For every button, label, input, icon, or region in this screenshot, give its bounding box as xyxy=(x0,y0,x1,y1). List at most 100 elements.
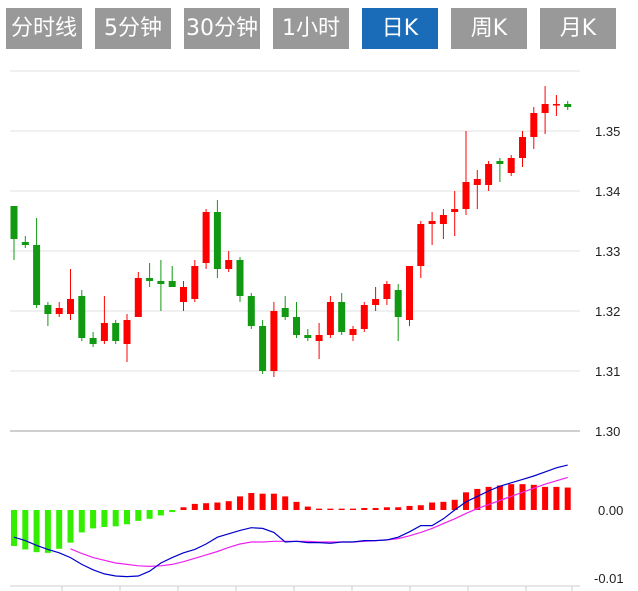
macd-bar-negative xyxy=(78,510,85,533)
candle-down xyxy=(247,293,255,329)
candle-up xyxy=(530,107,538,149)
candle-up xyxy=(67,269,74,320)
kline-chart: 1.35 1.34 1.33 1.32 1.31 1.30 0.00 -0.01 xyxy=(10,70,624,591)
macd-bar-positive xyxy=(259,493,266,510)
candle-down xyxy=(281,296,289,320)
candle-body xyxy=(100,323,108,341)
macd-bar-positive xyxy=(395,507,402,510)
candle-body xyxy=(519,137,526,158)
candle-up xyxy=(451,191,459,236)
tab-daily-k[interactable]: 日K xyxy=(362,8,438,49)
macd-bar-negative xyxy=(135,510,142,521)
candle-up xyxy=(417,221,425,278)
candle-body xyxy=(123,320,131,344)
macd-bar-positive xyxy=(564,487,571,510)
dea-line xyxy=(70,476,568,568)
candle-body xyxy=(213,212,221,269)
macd-bar-positive xyxy=(327,508,334,510)
macd-bar-positive xyxy=(180,507,187,510)
candle-up xyxy=(360,302,368,332)
macd-bar-negative xyxy=(22,510,29,550)
candle-down xyxy=(21,236,29,248)
candle-body xyxy=(168,281,176,287)
candle-body xyxy=(180,287,187,302)
candle-body xyxy=(112,323,120,341)
candle-down xyxy=(293,302,300,338)
macd-bar-negative xyxy=(56,510,63,549)
candle-up xyxy=(180,281,187,311)
macd-bar-negative xyxy=(169,510,176,513)
candle-up xyxy=(428,212,436,245)
candle-down xyxy=(394,284,402,341)
candle-up xyxy=(123,314,131,362)
tab-30min[interactable]: 30分钟 xyxy=(184,8,260,49)
candle-up xyxy=(485,161,493,191)
candle-body xyxy=(55,308,63,314)
candle-down xyxy=(146,263,154,287)
candle-body xyxy=(225,260,233,269)
macd-bar-negative xyxy=(11,510,17,547)
candle-up xyxy=(372,287,380,311)
candle-down xyxy=(168,266,176,287)
tab-5min[interactable]: 5分钟 xyxy=(95,8,171,49)
macd-tick-label: 0.00 xyxy=(598,503,623,518)
candle-body xyxy=(259,326,267,371)
macd-bar-positive xyxy=(304,506,311,510)
candle-up xyxy=(134,272,142,317)
candle-body xyxy=(360,305,368,329)
candle-body xyxy=(134,278,142,317)
candle-body xyxy=(78,296,86,338)
candle-up xyxy=(552,95,560,116)
macd-bar-positive xyxy=(440,501,447,510)
macd-bar-positive xyxy=(293,501,300,510)
macd-bar-positive xyxy=(225,501,232,510)
candle-up xyxy=(406,266,413,326)
tab-monthly-k[interactable]: 月K xyxy=(540,8,616,49)
candle-body xyxy=(462,182,470,209)
macd-bar-negative xyxy=(124,510,130,525)
candle-up xyxy=(507,155,515,176)
candle-up xyxy=(270,302,278,377)
candle-body xyxy=(417,224,425,266)
tab-weekly-k[interactable]: 周K xyxy=(451,8,527,49)
candle-body xyxy=(10,206,18,239)
price-tick-label: 1.32 xyxy=(595,304,620,319)
macd-bar-negative xyxy=(101,510,108,527)
candle-body xyxy=(507,158,515,173)
candle-body xyxy=(33,245,41,305)
dif-line xyxy=(13,464,568,578)
macd-bar-positive xyxy=(361,507,368,510)
macd-bar-negative xyxy=(67,510,74,543)
macd-bar-positive xyxy=(417,505,424,510)
macd-bar-positive xyxy=(191,503,198,510)
candle-down xyxy=(259,320,267,374)
candle-body xyxy=(270,311,278,371)
candle-body xyxy=(315,335,323,341)
tab-1hour[interactable]: 1小时 xyxy=(273,8,349,49)
macd-bar-positive xyxy=(519,484,526,510)
macd-bar-negative xyxy=(112,510,119,527)
macd-bar-positive xyxy=(270,493,277,510)
candle-up xyxy=(315,323,323,359)
price-axis: 1.35 1.34 1.33 1.32 1.31 1.30 0.00 -0.01 xyxy=(594,124,624,586)
candle-down xyxy=(78,290,86,341)
candle-down xyxy=(157,260,165,311)
macd-tick-label: -0.01 xyxy=(594,571,624,586)
macd-bar-positive xyxy=(248,493,255,510)
candle-body xyxy=(67,299,74,314)
tab-fenshi[interactable]: 分时线 xyxy=(6,8,82,49)
candle-body xyxy=(372,299,380,305)
candle-up xyxy=(100,296,108,344)
macd-bar-positive xyxy=(203,503,210,510)
candle-body xyxy=(552,104,560,106)
candle-up xyxy=(462,131,470,215)
macd-bar-negative xyxy=(90,510,97,529)
candle-up xyxy=(191,260,199,302)
price-tick-label: 1.34 xyxy=(595,184,620,199)
candle-body xyxy=(21,242,29,245)
candle-body xyxy=(485,164,493,185)
candle-body xyxy=(451,209,459,212)
macd-bar-negative xyxy=(44,510,51,553)
candle-body xyxy=(349,329,357,335)
macd-bar-negative xyxy=(146,510,153,519)
